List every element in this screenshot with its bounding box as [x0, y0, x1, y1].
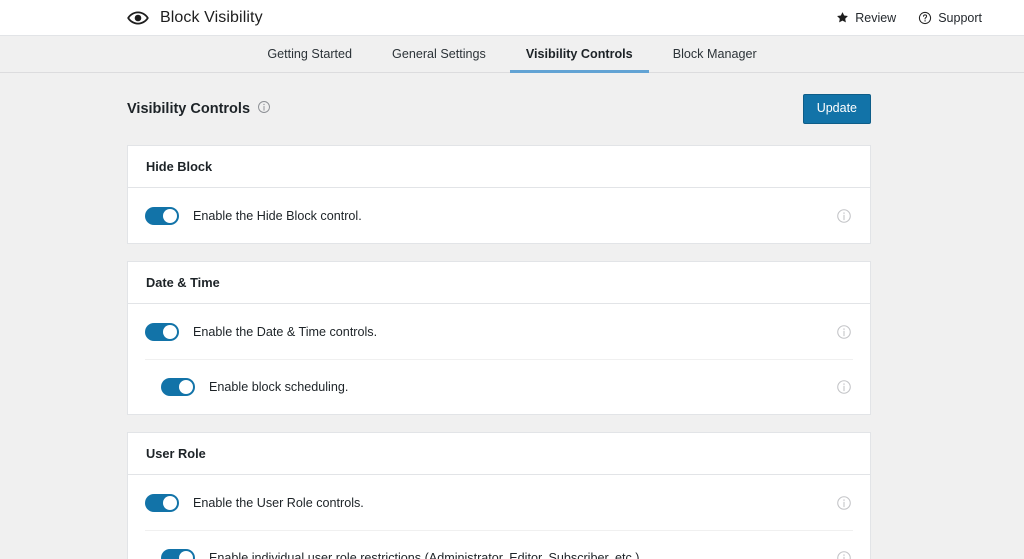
card-date-time: Date & Time Enable the Date & Time contr… [127, 261, 871, 415]
support-link[interactable]: Support [918, 11, 982, 25]
tab-visibility-controls-label: Visibility Controls [526, 47, 633, 61]
tab-getting-started[interactable]: Getting Started [247, 36, 372, 72]
control-row-label: Enable the Date & Time controls. [193, 325, 836, 339]
tab-getting-started-label: Getting Started [267, 47, 352, 61]
toggle-knob [163, 209, 177, 223]
toggle-knob [179, 380, 193, 394]
support-link-label: Support [938, 11, 982, 25]
tab-visibility-controls[interactable]: Visibility Controls [506, 36, 653, 72]
page-content: Visibility Controls Update Hide Block En… [0, 73, 1024, 559]
toggle-knob [179, 551, 193, 559]
page-title-group: Visibility Controls [127, 100, 271, 119]
brand: Block Visibility [126, 6, 263, 30]
toggle-user-role-controls[interactable] [145, 494, 179, 512]
info-icon[interactable] [836, 324, 852, 340]
header-links: Review Support [836, 11, 982, 25]
tab-block-manager-label: Block Manager [673, 47, 757, 61]
control-row-label: Enable the User Role controls. [193, 496, 836, 510]
card-user-role: User Role Enable the User Role controls. [127, 432, 871, 559]
control-row-label: Enable the Hide Block control. [193, 209, 836, 223]
info-icon[interactable] [836, 208, 852, 224]
question-circle-icon [918, 11, 932, 25]
app-title: Block Visibility [160, 9, 263, 27]
control-row: Enable the User Role controls. [128, 475, 870, 530]
card-title: Hide Block [128, 146, 870, 188]
control-row: Enable block scheduling. [128, 359, 870, 414]
controls-list: Hide Block Enable the Hide Block control… [127, 145, 871, 559]
control-row-label: Enable individual user role restrictions… [209, 551, 836, 559]
toggle-individual-user-role-restrictions[interactable] [161, 549, 195, 559]
app-header: Block Visibility Review Support [0, 0, 1024, 36]
toggle-knob [163, 496, 177, 510]
info-icon[interactable] [836, 379, 852, 395]
review-link[interactable]: Review [836, 11, 896, 25]
review-link-label: Review [855, 11, 896, 25]
tab-general-settings-label: General Settings [392, 47, 486, 61]
toggle-block-scheduling[interactable] [161, 378, 195, 396]
toggle-knob [163, 325, 177, 339]
control-row: Enable the Hide Block control. [128, 188, 870, 243]
tab-bar: Getting Started General Settings Visibil… [0, 36, 1024, 73]
control-row: Enable the Date & Time controls. [128, 304, 870, 359]
card-hide-block: Hide Block Enable the Hide Block control… [127, 145, 871, 244]
page-header: Visibility Controls Update [127, 73, 871, 145]
toggle-hide-block-control[interactable] [145, 207, 179, 225]
update-button[interactable]: Update [803, 94, 871, 124]
toggle-date-time-controls[interactable] [145, 323, 179, 341]
star-icon [836, 11, 849, 24]
control-row-label: Enable block scheduling. [209, 380, 836, 394]
info-icon[interactable] [257, 100, 271, 119]
info-icon[interactable] [836, 550, 852, 559]
eye-icon [126, 6, 150, 30]
control-row: Enable individual user role restrictions… [128, 530, 870, 559]
tab-block-manager[interactable]: Block Manager [653, 36, 777, 72]
card-title: User Role [128, 433, 870, 475]
card-title: Date & Time [128, 262, 870, 304]
info-icon[interactable] [836, 495, 852, 511]
tab-general-settings[interactable]: General Settings [372, 36, 506, 72]
page-title: Visibility Controls [127, 101, 250, 117]
